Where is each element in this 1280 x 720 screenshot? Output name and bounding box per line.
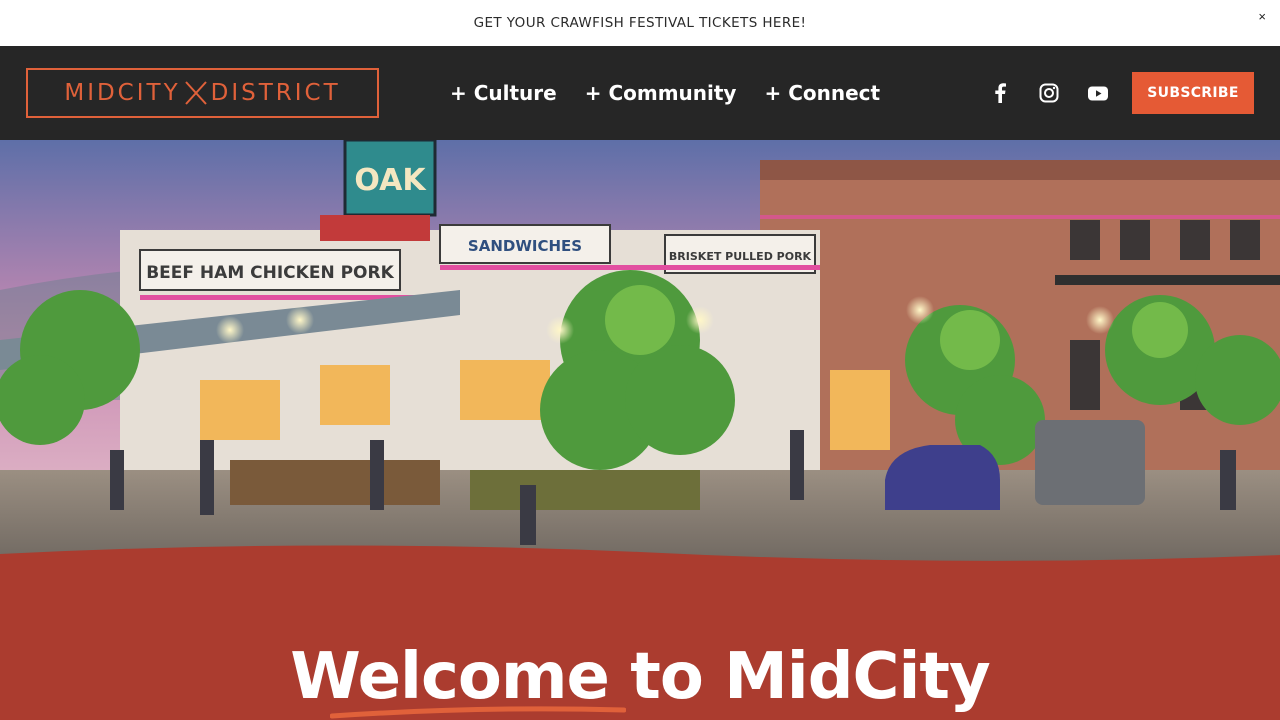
hero-sign-brisket: BRISKET PULLED PORK [669,250,812,263]
hero-sign-meats: BEEF HAM CHICKEN PORK [146,263,394,283]
youtube-icon[interactable] [1083,46,1113,140]
instagram-icon[interactable] [1034,46,1064,140]
facebook-icon[interactable] [985,46,1015,140]
announcement-link[interactable]: GET YOUR CRAWFISH FESTIVAL TICKETS HERE! [474,15,807,31]
hero-image: BEEF HAM CHICKEN PORK SANDWICHES BRISKET… [0,140,1280,570]
welcome-underline-icon [330,706,626,719]
hero-wave-divider [0,545,1280,580]
nav-connect[interactable]: + Connect [764,81,880,105]
logo-wordmark: MIDCITY DISTRICT [64,80,340,106]
site-logo[interactable]: MIDCITY DISTRICT [26,68,379,118]
logo-x-icon [184,81,207,105]
main-nav: + Culture + Community + Connect [450,46,880,140]
hero-sign-sandwiches: SANDWICHES [468,237,582,255]
nav-culture[interactable]: + Culture [450,81,557,105]
hero-sign-oak: OAK [354,163,427,198]
nav-community[interactable]: + Community [585,81,737,105]
subscribe-button[interactable]: SUBSCRIBE [1132,72,1254,114]
welcome-heading: Welcome to MidCity [290,640,990,714]
site-header: MIDCITY DISTRICT + Culture + Community +… [0,46,1280,140]
logo-text-left: MIDCITY [64,80,181,106]
logo-text-right: DISTRICT [210,80,341,106]
announcement-bar: GET YOUR CRAWFISH FESTIVAL TICKETS HERE!… [0,0,1280,46]
close-icon[interactable]: × [1258,10,1266,23]
